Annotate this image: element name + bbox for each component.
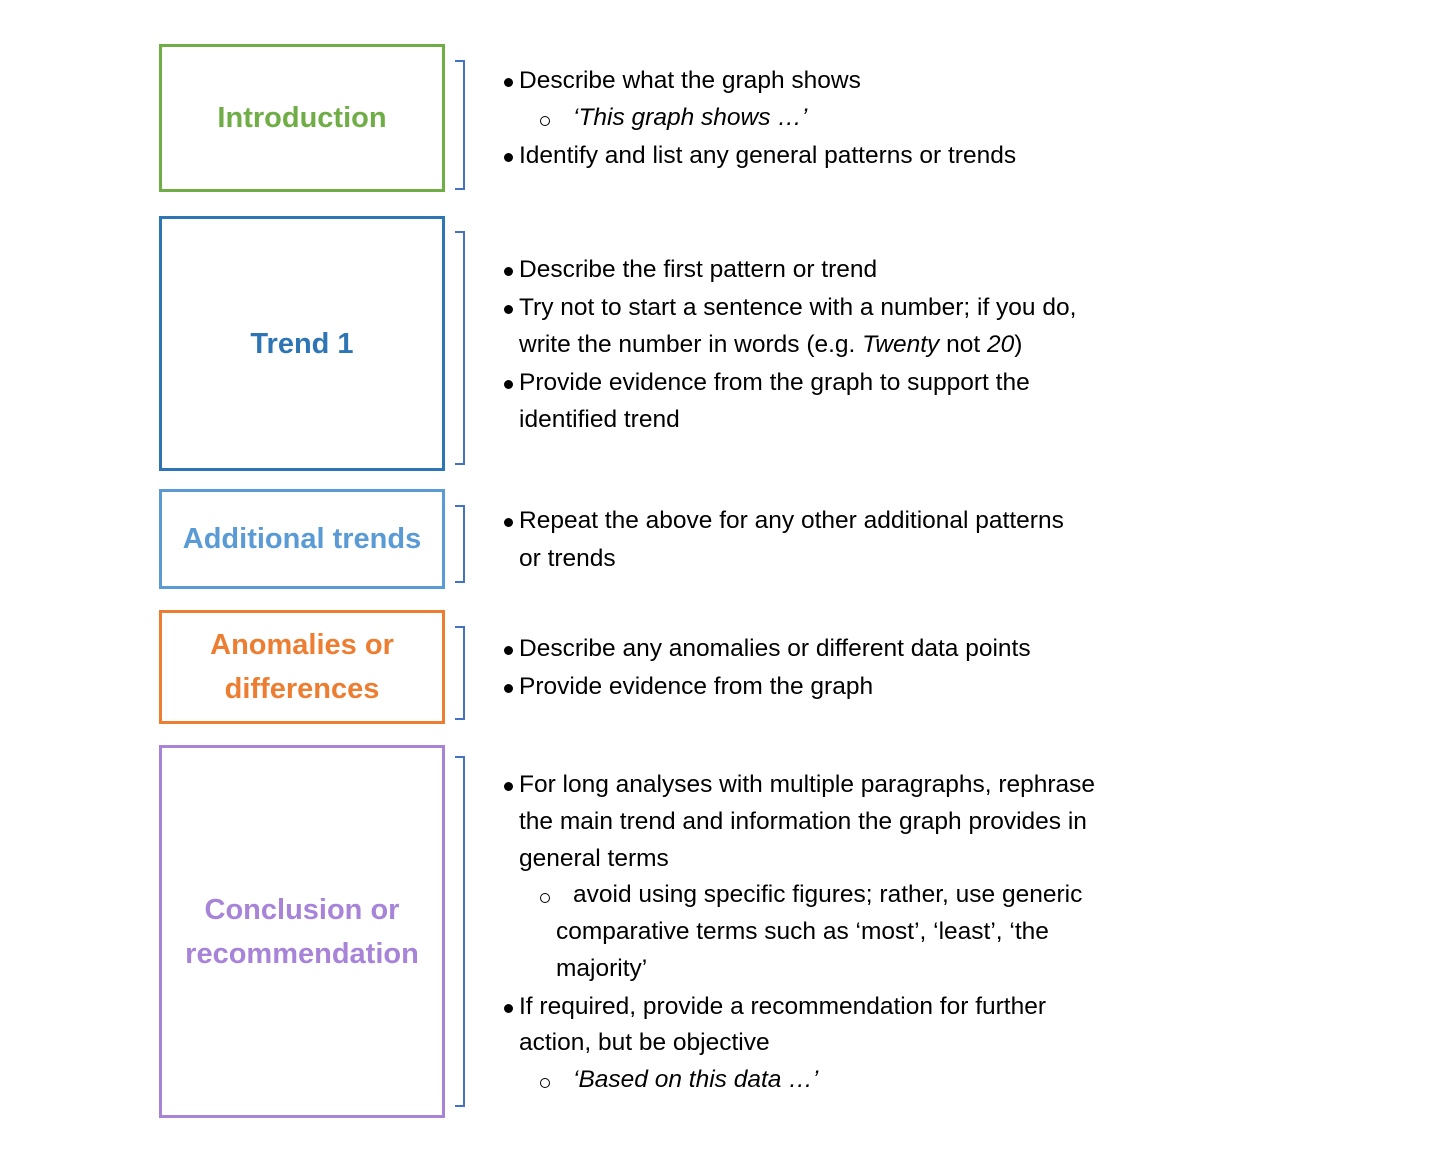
- bullet-icon: [504, 153, 513, 162]
- sub-bullet-icon: [540, 1078, 550, 1088]
- bracket-icon: [455, 505, 465, 583]
- list-item-text: Describe the first pattern or trend: [519, 255, 877, 285]
- list-item-text: Provide evidence from the graph to suppo…: [519, 368, 1030, 398]
- list-item-text: action, but be objective: [519, 1028, 770, 1058]
- list-item-text: ‘This graph shows …’: [573, 103, 807, 133]
- text-segment: or trends: [519, 545, 616, 572]
- list-item-text: Identify and list any general patterns o…: [519, 141, 1016, 171]
- bullet-icon: [504, 305, 513, 314]
- additional-trends-label: Additional trends: [182, 523, 422, 555]
- list-item-text: majority’: [556, 954, 647, 984]
- text-segment: majority’: [556, 955, 648, 982]
- text-segment: avoid using specific figures; rather, us…: [573, 881, 1083, 908]
- bracket-icon: [455, 756, 465, 1107]
- anomalies-box: Anomalies or differences: [159, 610, 445, 724]
- list-item-text: Describe what the graph shows: [519, 66, 861, 96]
- list-item-text: If required, provide a recommendation fo…: [519, 992, 1046, 1022]
- list-item-text: Repeat the above for any other additiona…: [519, 506, 1064, 536]
- text-segment: Describe the first pattern or trend: [519, 256, 878, 283]
- text-segment: Describe what the graph shows: [519, 67, 861, 94]
- list-item-text: Describe any anomalies or different data…: [519, 634, 1031, 664]
- bullet-icon: [504, 684, 513, 693]
- bracket-icon: [455, 626, 465, 720]
- bracket-icon: [455, 60, 465, 190]
- text-segment: general terms: [519, 845, 669, 872]
- bullet-icon: [504, 1004, 513, 1013]
- sub-bullet-icon: [540, 893, 550, 903]
- text-segment: Try not to start a sentence with a numbe…: [519, 294, 1077, 321]
- text-segment: comparative terms such as ‘most’, ‘least…: [556, 918, 1049, 945]
- list-item-text: For long analyses with multiple paragrap…: [519, 770, 1095, 800]
- list-item-text: write the number in words (e.g. Twenty n…: [519, 330, 1022, 360]
- text-segment: the main trend and information the graph…: [519, 808, 1087, 835]
- text-segment: Repeat the above for any other additiona…: [519, 507, 1064, 534]
- list-item-text: general terms: [519, 844, 669, 874]
- list-item-text: avoid using specific figures; rather, us…: [573, 880, 1082, 910]
- text-segment: Provide evidence from the graph to suppo…: [519, 369, 1030, 396]
- text-segment: Twenty: [862, 331, 940, 358]
- list-item-text: Provide evidence from the graph: [519, 672, 873, 702]
- bullet-icon: [504, 646, 513, 655]
- introduction-box: Introduction: [159, 44, 445, 192]
- anomalies-label: Anomalies or differences: [210, 629, 394, 705]
- conclusion-label: Conclusion or recommendation: [185, 893, 419, 970]
- text-segment: write the number in words (e.g.: [519, 331, 863, 358]
- text-segment: This graph shows …’: [578, 104, 808, 131]
- sub-bullet-icon: [540, 116, 550, 126]
- text-segment: ‘Based on this data …’: [573, 1066, 819, 1093]
- text-segment: Provide evidence from the graph: [519, 673, 874, 700]
- text-segment: For long analyses with multiple paragrap…: [519, 771, 1096, 798]
- text-segment: 20: [987, 331, 1015, 358]
- list-item-text: comparative terms such as ‘most’, ‘least…: [556, 917, 1049, 947]
- conclusion-box: Conclusion or recommendation: [159, 745, 445, 1118]
- bullet-icon: [504, 380, 513, 389]
- list-item-text: Try not to start a sentence with a numbe…: [519, 293, 1076, 323]
- text-segment: action, but be objective: [519, 1029, 770, 1056]
- bullet-icon: [504, 267, 513, 276]
- text-segment: If required, provide a recommendation fo…: [519, 993, 1047, 1020]
- bullet-icon: [504, 782, 513, 791]
- list-item-text: ‘Based on this data …’: [573, 1065, 818, 1095]
- bracket-icon: [455, 231, 465, 465]
- trend-1-label: Trend 1: [250, 327, 354, 360]
- list-item-text: identified trend: [519, 405, 680, 435]
- bullet-icon: [504, 518, 513, 527]
- text-segment: not: [939, 331, 987, 358]
- additional-trends-box: Additional trends: [159, 489, 445, 589]
- text-segment: Identify and list any general patterns o…: [519, 142, 1017, 169]
- bullet-icon: [504, 78, 513, 87]
- list-item-text: or trends: [519, 544, 616, 574]
- text-segment: identified trend: [519, 406, 680, 433]
- text-segment: ): [1014, 331, 1023, 358]
- trend-1-box: Trend 1: [159, 216, 445, 471]
- introduction-label: Introduction: [217, 102, 387, 134]
- list-item-text: the main trend and information the graph…: [519, 807, 1087, 837]
- text-segment: Describe any anomalies or different data…: [519, 635, 1031, 662]
